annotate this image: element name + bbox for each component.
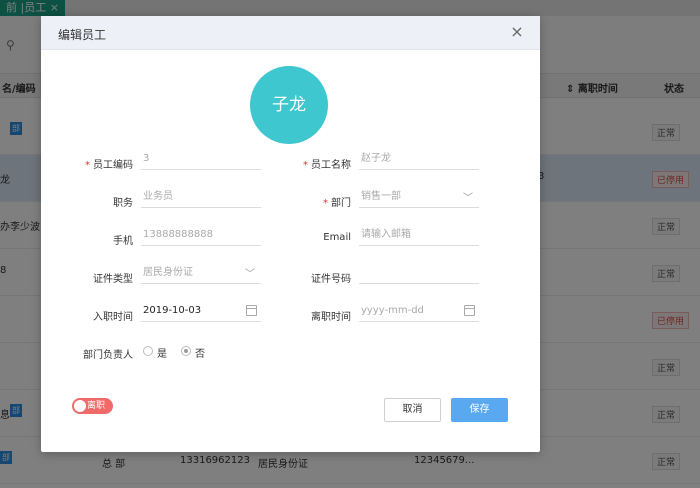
emp-code-label: * 员工编码 — [85, 160, 133, 171]
dept-label: * 部门 — [323, 198, 351, 209]
hire-date-input[interactable]: 2019-10-03 — [141, 302, 261, 322]
position-input[interactable]: 业务员 — [141, 188, 261, 208]
id-no-label: 证件号码 — [311, 274, 351, 285]
dept-select[interactable]: 销售一部 ﹀ — [359, 188, 479, 208]
dept-select-value: 销售一部 — [361, 191, 401, 202]
avatar[interactable]: 子龙 — [250, 66, 328, 144]
dept-head-label: 部门负责人 — [83, 350, 133, 361]
resigned-toggle[interactable]: 离职 — [72, 398, 113, 414]
edit-employee-dialog: 编辑员工 × 子龙 * 员工编码 3 * 员工名称 赵子龙 职务 业务员 * 部门 销… — [41, 16, 540, 452]
id-type-select-value: 居民身份证 — [143, 267, 193, 278]
email-input[interactable]: 请输入邮箱 — [359, 226, 479, 246]
calendar-icon[interactable] — [464, 305, 475, 316]
id-no-input[interactable] — [359, 264, 479, 284]
leave-date-input[interactable]: yyyy-mm-dd — [359, 302, 479, 322]
emp-name-label: * 员工名称 — [303, 160, 351, 171]
toggle-knob — [74, 400, 86, 412]
mobile-label: 手机 — [113, 236, 133, 247]
resigned-toggle-label: 离职 — [87, 401, 106, 411]
dept-head-yes-label[interactable]: 是 — [157, 345, 167, 360]
close-icon[interactable]: × — [508, 23, 526, 41]
leave-date-placeholder: yyyy-mm-dd — [361, 305, 424, 316]
dept-head-no-label[interactable]: 否 — [195, 345, 205, 360]
emp-name-input[interactable]: 赵子龙 — [359, 150, 479, 170]
chevron-down-icon: ﹀ — [463, 193, 473, 204]
dept-head-no-radio[interactable] — [181, 346, 191, 356]
mobile-input[interactable]: 13888888888 — [141, 226, 261, 246]
required-mark: * — [323, 198, 328, 209]
chevron-down-icon: ﹀ — [245, 269, 255, 280]
dialog-header: 编辑员工 × — [41, 16, 540, 50]
required-mark: * — [303, 160, 308, 171]
hire-date-value: 2019-10-03 — [143, 305, 202, 316]
calendar-icon[interactable] — [246, 305, 257, 316]
id-type-select[interactable]: 居民身份证 ﹀ — [141, 264, 261, 284]
required-mark: * — [85, 160, 90, 171]
emp-code-input[interactable]: 3 — [141, 150, 261, 170]
email-label: Email — [323, 232, 351, 243]
cancel-button[interactable]: 取消 — [384, 398, 441, 422]
hire-date-label: 入职时间 — [93, 312, 133, 323]
dialog-title: 编辑员工 — [58, 28, 107, 42]
save-button[interactable]: 保存 — [451, 398, 508, 422]
dept-head-yes-radio[interactable] — [143, 346, 153, 356]
leave-date-label: 离职时间 — [311, 312, 351, 323]
position-label: 职务 — [113, 198, 133, 209]
id-type-label: 证件类型 — [93, 274, 133, 285]
